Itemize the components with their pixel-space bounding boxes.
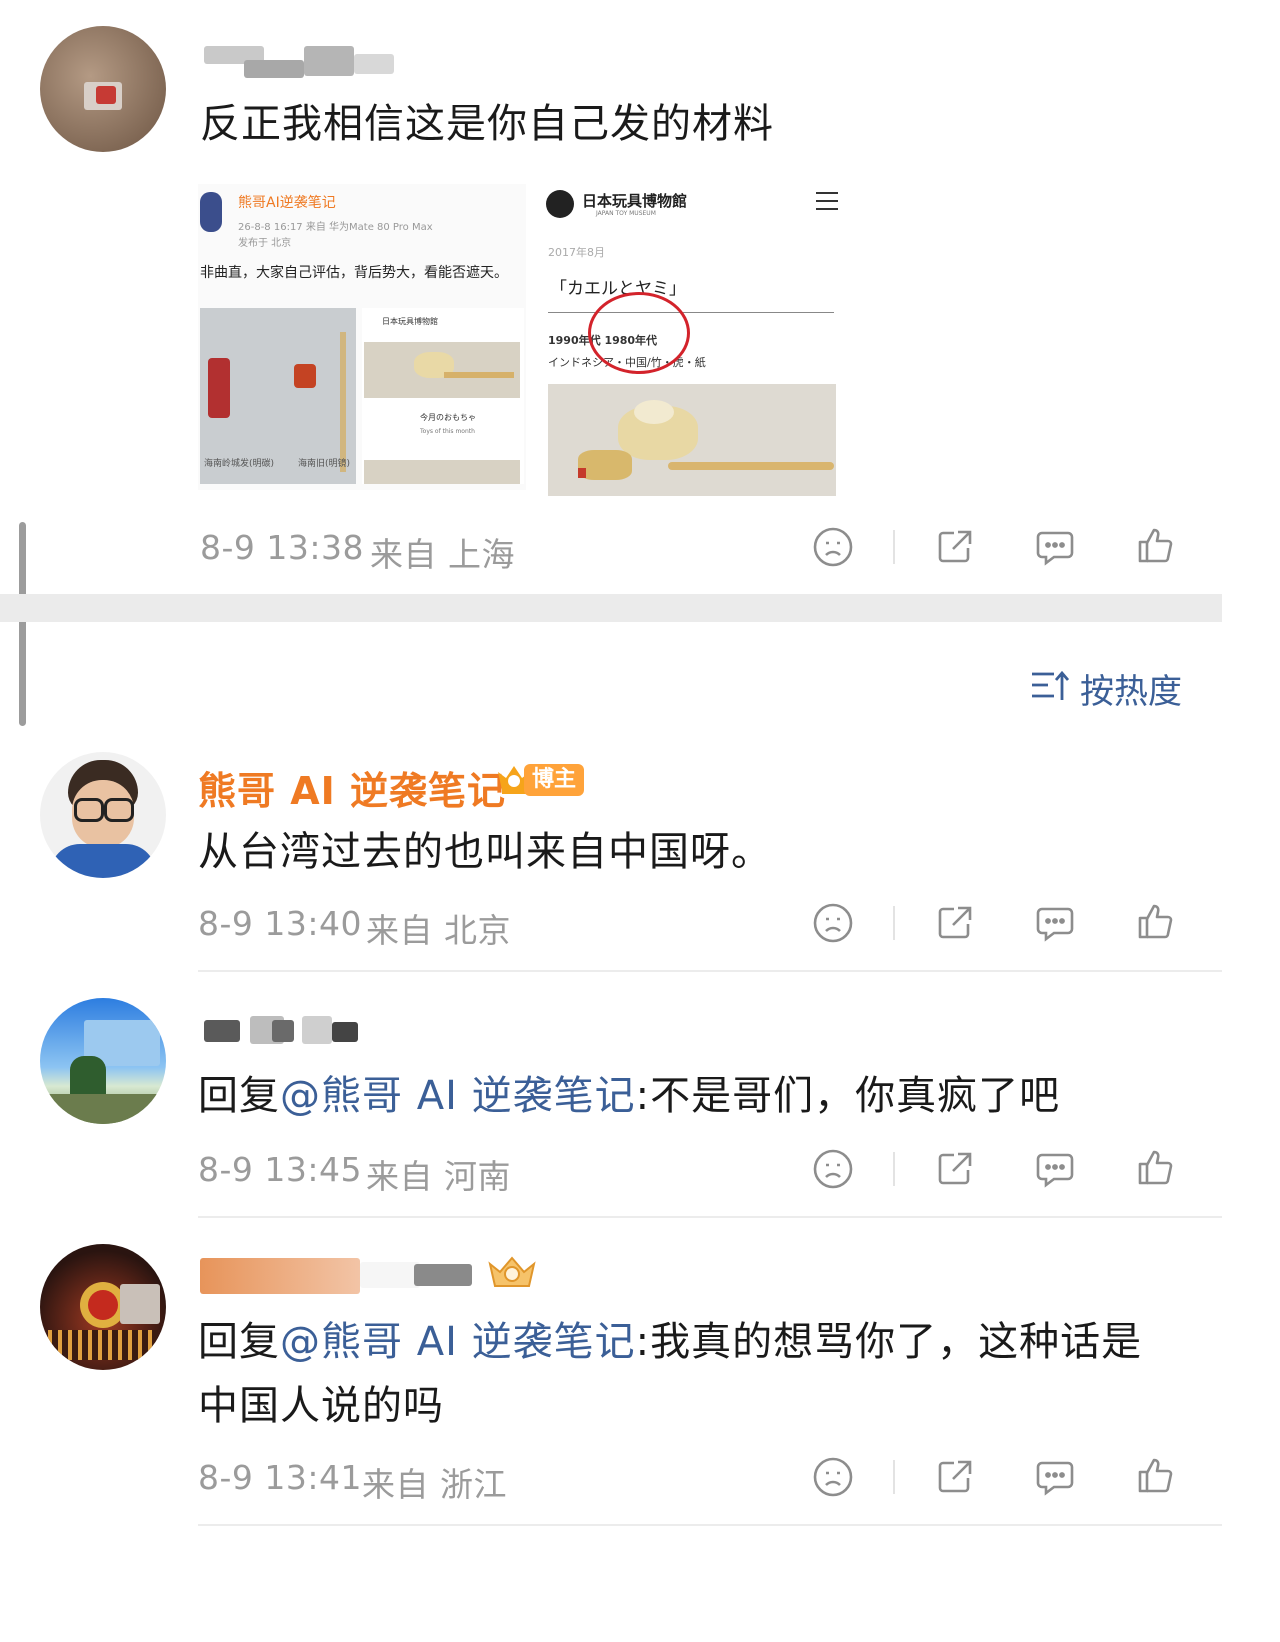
sort-icon [1030, 668, 1070, 704]
comment-location: 来自 北京 [366, 911, 511, 950]
toy-photo [364, 460, 520, 484]
post-date: 2017年8月 [548, 246, 605, 259]
bottom-edge [1222, 0, 1280, 1642]
attached-image[interactable]: 日本玩具博物館 JAPAN TOY MUSEUM 2017年8月 「カエルとヤミ… [546, 180, 850, 498]
avatar[interactable] [40, 998, 166, 1124]
share-icon[interactable] [932, 524, 978, 570]
embedded-screenshot: 日本玩具博物館 今月のおもちゃ Toys of this month [362, 308, 524, 484]
comment-icon[interactable] [1032, 524, 1078, 570]
section-divider [0, 594, 1222, 622]
sad-face-icon[interactable] [810, 1146, 856, 1192]
share-icon[interactable] [932, 900, 978, 946]
reply-text: :我真的想骂你了，这种话是 [635, 1319, 1143, 1365]
comment-location: 来自 浙江 [362, 1465, 507, 1504]
reply-prefix: 回复 [198, 1073, 280, 1119]
comment-icon[interactable] [1032, 1454, 1078, 1500]
photo-label: 海南旧(明镜) [298, 459, 351, 469]
photo: 海南岭城发(明碳) 海南旧(明镜) [200, 308, 356, 484]
toy-photo [364, 342, 520, 398]
author-avatar [200, 192, 222, 232]
photo-label: 海南岭城发(明碳) [204, 459, 275, 469]
comment-time: 8-9 13:40 [198, 904, 362, 943]
sort-label: 按热度 [1080, 672, 1182, 712]
comment-text-line2: 中国人说的吗 [198, 1383, 444, 1429]
divider [893, 530, 895, 564]
username-redacted[interactable] [204, 1012, 374, 1044]
comment-text: 反正我相信这是你自己发的材料 [200, 101, 774, 147]
attached-image[interactable]: 熊哥AI逆袭笔记 26-8-8 16:17 来自 华为Mate 80 Pro M… [198, 184, 526, 490]
hamburger-menu-icon [816, 192, 838, 210]
like-icon[interactable] [1132, 522, 1178, 568]
post-meta: 发布于 北京 [238, 238, 292, 249]
sad-face-icon[interactable] [810, 524, 856, 570]
share-icon[interactable] [932, 1146, 978, 1192]
comment-text: 回复@熊哥 AI 逆袭笔记:不是哥们，你真疯了吧 [198, 1064, 1060, 1128]
like-icon[interactable] [1132, 1144, 1178, 1190]
comment-text: 回复@熊哥 AI 逆袭笔记:我真的想骂你了，这种话是 [198, 1310, 1142, 1374]
avatar-blur [96, 86, 116, 104]
red-circle-annotation [588, 292, 690, 374]
comment-time: 8-9 13:38 [200, 528, 364, 567]
reply-prefix: 回复 [198, 1319, 280, 1365]
username-redacted[interactable] [204, 40, 404, 80]
author-name: 熊哥AI逆袭笔记 [238, 195, 336, 211]
divider [198, 1524, 1222, 1526]
username[interactable]: 熊哥 AI 逆袭笔记 [198, 760, 506, 815]
like-icon[interactable] [1132, 898, 1178, 944]
comment-location: 来自 河南 [366, 1157, 511, 1196]
share-icon[interactable] [932, 1454, 978, 1500]
museum-logo [546, 190, 574, 218]
badge-label: 博主 [524, 764, 584, 796]
avatar[interactable] [40, 1244, 166, 1370]
like-icon[interactable] [1132, 1452, 1178, 1498]
divider [548, 312, 834, 313]
divider [893, 1460, 895, 1494]
comment-location: 来自 上海 [370, 535, 515, 574]
mention-link[interactable]: @熊哥 AI 逆袭笔记 [280, 1319, 636, 1365]
scrollbar[interactable] [19, 522, 26, 726]
toy-photo [548, 384, 836, 496]
divider [893, 906, 895, 940]
post-text: 非曲直，大家自己评估，背后势大，看能否遮天。 [200, 265, 508, 281]
caption-en: Toys of this month [420, 428, 475, 435]
username-redacted[interactable] [200, 1252, 480, 1298]
comment-time: 8-9 13:41 [198, 1458, 362, 1497]
sad-face-icon[interactable] [810, 1454, 856, 1500]
mention-link[interactable]: @熊哥 AI 逆袭笔记 [280, 1073, 636, 1119]
reply-text: :不是哥们，你真疯了吧 [635, 1073, 1061, 1119]
comment-icon[interactable] [1032, 900, 1078, 946]
divider [198, 970, 1222, 972]
divider [198, 1216, 1222, 1218]
museum-name-en: JAPAN TOY MUSEUM [596, 210, 656, 217]
comment-time: 8-9 13:45 [198, 1150, 362, 1189]
avatar[interactable] [40, 26, 166, 152]
crown-icon [486, 1254, 538, 1294]
caption: 今月のおもちゃ [420, 413, 476, 422]
divider [893, 1152, 895, 1186]
avatar[interactable] [40, 752, 166, 878]
museum-name: 日本玩具博物館 [582, 192, 688, 210]
comment-icon[interactable] [1032, 1146, 1078, 1192]
post-meta: 26-8-8 16:17 来自 华为Mate 80 Pro Max [238, 222, 433, 233]
museum-name: 日本玩具博物館 [382, 317, 438, 326]
sad-face-icon[interactable] [810, 900, 856, 946]
comment-text: 从台湾过去的也叫来自中国呀。 [198, 829, 772, 875]
